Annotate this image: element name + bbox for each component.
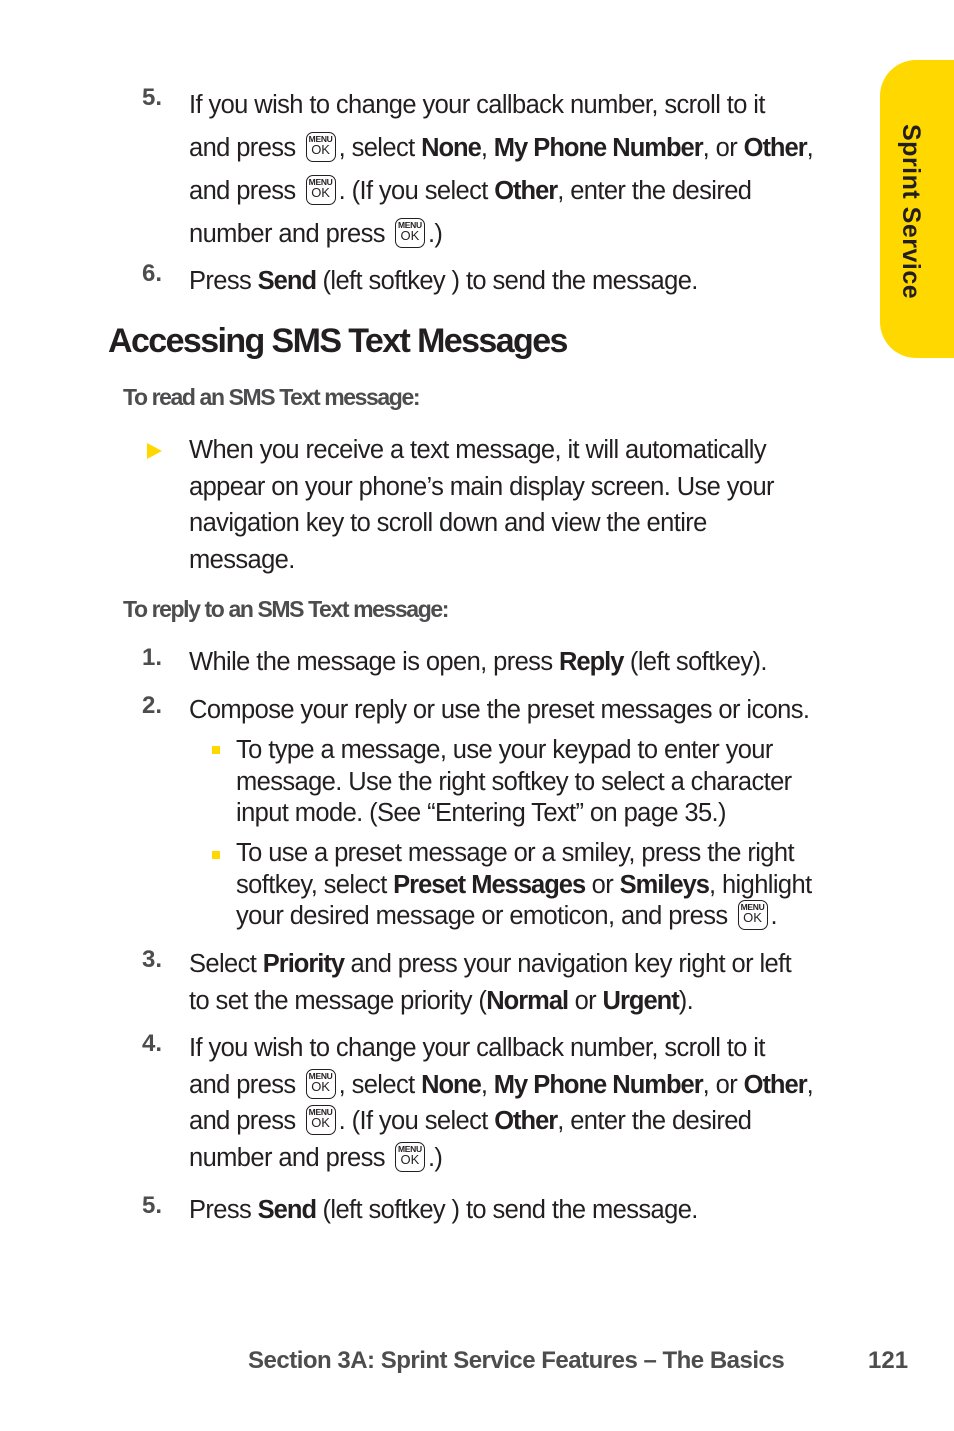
text-line: message. xyxy=(189,545,295,574)
step-text: Press Send (left softkey ) to send the m… xyxy=(189,260,870,303)
bold-term: Smileys xyxy=(619,870,710,899)
bold-term: None xyxy=(421,1070,482,1099)
step-number: 6. xyxy=(142,260,163,287)
menu-ok-key-icon: MENU OK xyxy=(737,900,768,931)
bold-term: My Phone Number xyxy=(493,134,704,162)
text-line: and press MENU OK. (If you select Other, e… xyxy=(189,175,752,206)
bold-term: Other xyxy=(743,1070,808,1099)
step-text: Compose your reply or use the preset mes… xyxy=(189,692,870,729)
menu-ok-key-icon: MENU OK xyxy=(305,1068,336,1099)
text-line: softkey, select Preset Messages or Smile… xyxy=(236,870,812,899)
bold-term: Send xyxy=(257,1196,317,1224)
text-line: your desired message or emoticon, and pr… xyxy=(236,900,778,931)
text-line: appear on your phone’s main display scre… xyxy=(189,472,775,501)
text-line: to set the message priority (Normal or U… xyxy=(189,986,694,1015)
bold-term: Preset Messages xyxy=(393,870,586,899)
step-number: 5. xyxy=(142,1192,163,1219)
bold-term: Normal xyxy=(486,986,569,1015)
text-line: and press MENU OK, select None, My Phone N… xyxy=(189,1068,814,1099)
text-line: To type a message, use your keypad to en… xyxy=(236,736,773,764)
step-number: 1. xyxy=(142,644,163,671)
read-bullet-text: When you receive a text message, it will… xyxy=(189,432,870,578)
step-number: 2. xyxy=(142,692,163,719)
bold-term: Reply xyxy=(558,648,624,676)
page-number: 121 xyxy=(868,1347,909,1374)
bold-term: Priority xyxy=(262,950,345,978)
text-line: message. Use the right softkey to select… xyxy=(236,767,792,796)
text-line: While the message is open, press Reply (… xyxy=(189,648,767,676)
text-line: Compose your reply or use the preset mes… xyxy=(189,696,810,724)
step-number: 4. xyxy=(142,1030,163,1057)
menu-ok-key-icon: MENU OK xyxy=(305,132,336,163)
text-line: To use a preset message or a smiley, pre… xyxy=(236,839,795,867)
square-bullet-icon xyxy=(212,746,220,754)
step-number: 5. xyxy=(142,84,163,111)
text-line: If you wish to change your callback numb… xyxy=(189,1034,765,1062)
subheading-reply: To reply to an SMS Text message: xyxy=(123,596,449,622)
sub-bullet-text: To use a preset message or a smiley, pre… xyxy=(236,838,812,933)
square-bullet-icon xyxy=(212,851,220,859)
text-line: input mode. (See “Entering Text” on page… xyxy=(236,799,727,827)
text-line: number and press MENU OK.) xyxy=(189,1141,443,1172)
text-line: navigation key to scroll down and view t… xyxy=(189,509,707,537)
bold-term: My Phone Number xyxy=(493,1070,704,1099)
step-number: 3. xyxy=(142,946,163,973)
step-text: Press Send (left softkey ) to send the m… xyxy=(189,1192,870,1229)
text-line: Select Priority and press your navigatio… xyxy=(189,950,792,978)
text-line: Press Send (left softkey ) to send the m… xyxy=(189,1196,698,1224)
bold-term: None xyxy=(421,134,482,162)
text-line: If you wish to change your callback numb… xyxy=(189,91,765,119)
section-tab-label: Sprint Service xyxy=(897,124,925,300)
arrow-bullet-icon xyxy=(147,443,162,459)
menu-ok-key-icon: MENU OK xyxy=(305,1105,336,1136)
bold-term: Other xyxy=(494,1107,558,1135)
text-line: When you receive a text message, it will… xyxy=(189,436,767,464)
bold-term: Urgent xyxy=(602,986,680,1015)
bold-term: Other xyxy=(494,177,558,205)
step-text: While the message is open, press Reply (… xyxy=(189,644,870,681)
menu-ok-key-icon: MENU OK xyxy=(394,1141,425,1172)
section-heading: Accessing SMS Text Messages xyxy=(108,322,568,360)
menu-ok-key-icon: MENU OK xyxy=(394,218,425,249)
footer-section-title: Section 3A: Sprint Service Features – Th… xyxy=(248,1347,785,1374)
text-line: and press MENU OK, select None, My Phone N… xyxy=(189,132,814,163)
menu-ok-key-icon: MENU OK xyxy=(305,175,336,206)
step-text: If you wish to change your callback numb… xyxy=(189,84,870,256)
step-text: Select Priority and press your navigatio… xyxy=(189,946,870,1019)
text-line: Press Send (left softkey ) to send the m… xyxy=(189,267,698,295)
bold-term: Other xyxy=(743,134,808,162)
step-text: If you wish to change your callback numb… xyxy=(189,1030,870,1176)
text-line: and press MENU OK. (If you select Other, e… xyxy=(189,1105,752,1136)
bold-term: Send xyxy=(257,267,317,295)
subheading-read: To read an SMS Text message: xyxy=(123,384,421,410)
text-line: number and press MENU OK.) xyxy=(189,218,443,249)
sub-bullet-text: To type a message, use your keypad to en… xyxy=(236,735,792,830)
